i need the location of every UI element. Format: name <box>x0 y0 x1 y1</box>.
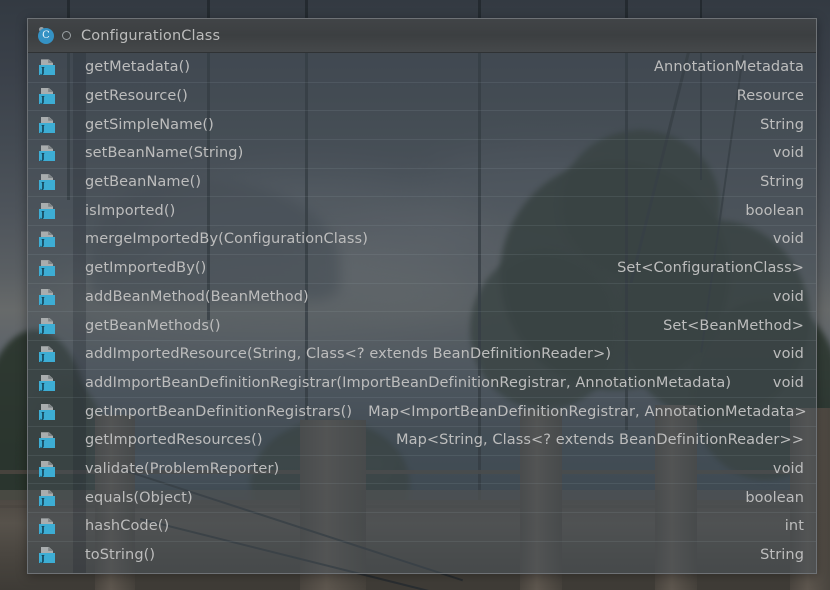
member-name: getImportedResources() <box>85 432 263 449</box>
java-method-icon: J <box>39 288 55 305</box>
member-name: getImportedBy() <box>85 260 207 277</box>
member-return-type: int <box>784 518 804 535</box>
member-name: getMetadata() <box>85 59 191 76</box>
java-method-icon: J <box>39 260 55 277</box>
member-list[interactable]: JgetMetadata() AnnotationMetadata JgetReso… <box>28 53 816 573</box>
member-name: hashCode() <box>85 518 170 535</box>
member-row[interactable]: JaddImportBeanDefinitionRegistrar(Import… <box>28 368 816 398</box>
member-name: getBeanMethods() <box>85 317 221 334</box>
java-method-icon: J <box>39 432 55 449</box>
member-name: addBeanMethod(BeanMethod) <box>85 288 309 305</box>
java-method-icon: J <box>39 116 55 133</box>
member-return-type: Resource <box>736 88 804 105</box>
class-icon: C <box>38 26 54 44</box>
file-structure-popup[interactable]: C ConfigurationClass JgetMetadata() Annot… <box>27 18 817 574</box>
java-method-icon: J <box>39 460 55 477</box>
member-row[interactable]: JaddImportedResource(String, Class<? ext… <box>28 339 816 369</box>
member-name: setBeanName(String) <box>85 145 244 162</box>
java-method-icon: J <box>39 145 55 162</box>
member-return-type: String <box>760 547 804 564</box>
member-row[interactable]: JgetMetadata() AnnotationMetadata <box>28 53 816 82</box>
member-row[interactable]: JaddBeanMethod(BeanMethod) void <box>28 282 816 312</box>
java-method-icon: J <box>39 88 55 105</box>
java-method-icon: J <box>39 489 55 506</box>
member-return-type: void <box>772 231 804 248</box>
public-modifier-dot-icon <box>62 31 71 40</box>
java-method-icon: J <box>39 374 55 391</box>
java-method-icon: J <box>39 346 55 363</box>
class-icon-letter: C <box>38 27 54 44</box>
java-method-icon: J <box>39 518 55 535</box>
member-return-type: Map<ImportBeanDefinitionRegistrar, Annot… <box>368 403 807 420</box>
java-method-icon: J <box>39 403 55 420</box>
member-row[interactable]: JtoString() String <box>28 540 816 570</box>
member-name: getImportBeanDefinitionRegistrars() <box>85 403 353 420</box>
member-name: validate(ProblemReporter) <box>85 460 280 477</box>
popup-header: C ConfigurationClass <box>28 19 816 53</box>
java-method-icon: J <box>39 202 55 219</box>
member-name: mergeImportedBy(ConfigurationClass) <box>85 231 368 248</box>
desktop-background: C ConfigurationClass JgetMetadata() Annot… <box>0 0 830 590</box>
page-title: ConfigurationClass <box>81 27 221 44</box>
member-name: getBeanName() <box>85 174 202 191</box>
member-return-type: String <box>760 116 804 133</box>
member-name: equals(Object) <box>85 489 193 506</box>
member-return-type: void <box>772 460 804 477</box>
java-method-icon: J <box>39 231 55 248</box>
member-return-type: void <box>772 374 804 391</box>
member-row[interactable]: JgetImportedBy() Set<ConfigurationClass> <box>28 253 816 283</box>
member-row[interactable]: JgetResource() Resource <box>28 81 816 111</box>
member-name: addImportBeanDefinitionRegistrar(ImportB… <box>85 374 732 391</box>
member-return-type: boolean <box>745 202 804 219</box>
member-return-type: Set<BeanMethod> <box>663 317 804 334</box>
member-return-type: void <box>772 145 804 162</box>
member-row[interactable]: JgetBeanName() String <box>28 167 816 197</box>
member-return-type: boolean <box>745 489 804 506</box>
member-row[interactable]: JhashCode() int <box>28 512 816 541</box>
member-name: toString() <box>85 547 156 564</box>
member-row[interactable]: JsetBeanName(String) void <box>28 139 816 168</box>
member-name: getSimpleName() <box>85 116 214 133</box>
member-row[interactable]: Jvalidate(ProblemReporter) void <box>28 454 816 484</box>
member-return-type: AnnotationMetadata <box>654 59 804 76</box>
java-method-icon: J <box>39 547 55 564</box>
member-return-type: void <box>772 288 804 305</box>
member-row[interactable]: JgetImportBeanDefinitionRegistrars() Map<… <box>28 397 816 426</box>
member-row[interactable]: JgetBeanMethods() Set<BeanMethod> <box>28 311 816 340</box>
member-name: getResource() <box>85 88 188 105</box>
member-row[interactable]: JgetImportedResources() Map<String, Class… <box>28 425 816 455</box>
member-return-type: void <box>772 346 804 363</box>
member-row[interactable]: JgetSimpleName() String <box>28 110 816 139</box>
member-row[interactable]: JisImported() boolean <box>28 196 816 225</box>
member-row[interactable]: Jequals(Object) boolean <box>28 483 816 512</box>
member-row[interactable]: JmergeImportedBy(ConfigurationClass) void <box>28 225 816 254</box>
java-method-icon: J <box>39 59 55 76</box>
member-return-type: String <box>760 174 804 191</box>
member-return-type: Map<String, Class<? extends BeanDefiniti… <box>395 432 804 449</box>
member-name: isImported() <box>85 202 176 219</box>
member-name: addImportedResource(String, Class<? exte… <box>85 346 612 363</box>
java-method-icon: J <box>39 174 55 191</box>
java-method-icon: J <box>39 317 55 334</box>
member-return-type: Set<ConfigurationClass> <box>617 260 804 277</box>
